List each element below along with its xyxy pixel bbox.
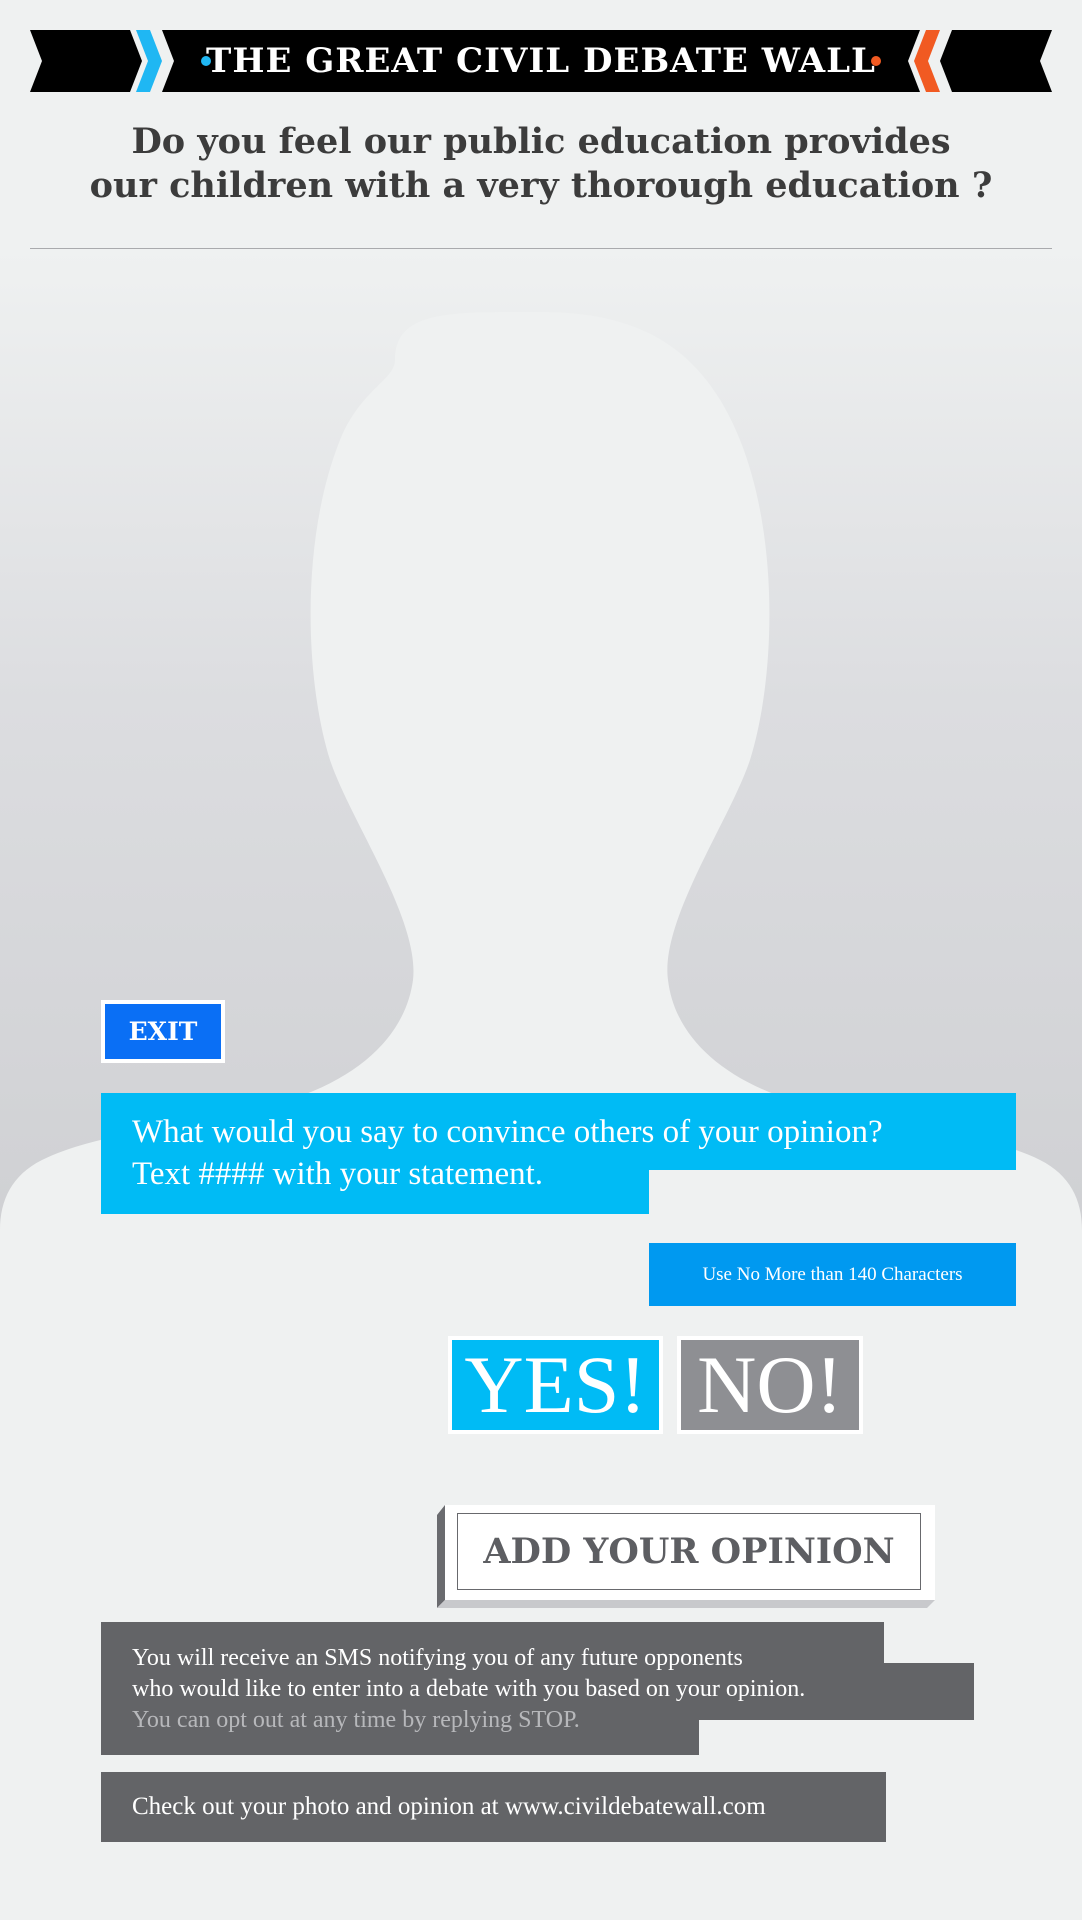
character-limit-badge: Use No More than 140 Characters bbox=[649, 1243, 1016, 1306]
no-button[interactable]: NO! bbox=[677, 1336, 863, 1434]
question-line-2: our children with a very thorough educat… bbox=[89, 165, 993, 206]
yes-button[interactable]: YES! bbox=[448, 1336, 663, 1434]
debate-question: Do you feel our public education provide… bbox=[30, 120, 1052, 208]
website-notice: Check out your photo and opinion at www.… bbox=[101, 1772, 886, 1842]
add-opinion-button[interactable]: ADD YOUR OPINION bbox=[437, 1505, 935, 1608]
sms-text: You will receive an SMS notifying you of… bbox=[132, 1643, 805, 1736]
banner-title: THE GREAT CIVIL DEBATE WALL bbox=[206, 41, 876, 81]
question-line-1: Do you feel our public education provide… bbox=[131, 121, 951, 162]
sms-line-3: You can opt out at any time by replying … bbox=[132, 1707, 580, 1733]
prompt-line-1: What would you say to convince others of… bbox=[132, 1114, 883, 1150]
exit-button[interactable]: EXIT bbox=[101, 1000, 225, 1063]
header-banner: THE GREAT CIVIL DEBATE WALL bbox=[30, 30, 1052, 92]
sms-line-2: who would like to enter into a debate wi… bbox=[132, 1676, 806, 1702]
add-opinion-face: ADD YOUR OPINION bbox=[445, 1505, 935, 1600]
prompt-line-2: Text #### with your statement. bbox=[132, 1156, 544, 1192]
sms-line-1: You will receive an SMS notifying you of… bbox=[132, 1645, 743, 1671]
add-opinion-label: ADD YOUR OPINION bbox=[457, 1513, 921, 1590]
prompt-text: What would you say to convince others of… bbox=[132, 1111, 883, 1195]
divider bbox=[30, 248, 1052, 249]
